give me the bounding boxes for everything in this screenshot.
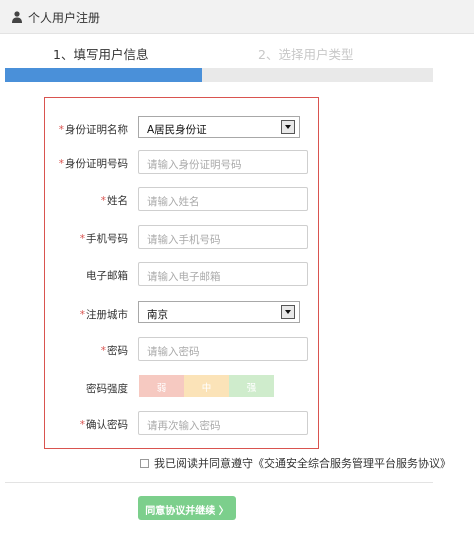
agreement-row: 我已阅读并同意遵守《交通安全综合服务管理平台服务协议》	[140, 455, 451, 471]
row-id-type: *身份证明名称 A居民身份证	[45, 116, 320, 142]
strength-medium: 中	[184, 375, 229, 397]
page-header: 个人用户注册	[0, 0, 474, 34]
id-number-input[interactable]: 请输入身份证明号码	[138, 150, 308, 174]
name-label: *姓名	[100, 195, 128, 207]
name-input[interactable]: 请输入姓名	[138, 187, 308, 211]
chevron-down-icon[interactable]	[281, 305, 295, 319]
required-mark: *	[100, 345, 106, 357]
required-mark: *	[58, 124, 64, 136]
phone-label: *手机号码	[79, 233, 128, 245]
step-1-label: 1、填写用户信息	[53, 47, 149, 62]
confirm-password-label: *确认密码	[79, 419, 128, 431]
password-input[interactable]: 请输入密码	[138, 337, 308, 361]
required-mark: *	[100, 195, 106, 207]
id-type-select[interactable]: A居民身份证	[138, 116, 300, 138]
city-select[interactable]: 南京	[138, 301, 300, 323]
agreement-text: 我已阅读并同意遵守	[154, 457, 253, 470]
row-id-number: *身份证明号码 请输入身份证明号码	[45, 150, 320, 176]
chevron-down-icon[interactable]	[281, 120, 295, 134]
registration-form: *身份证明名称 A居民身份证 *身份证明号码 请输入身份证明号码 *姓名 请输入…	[44, 97, 319, 449]
row-password: *密码 请输入密码	[45, 337, 320, 363]
required-mark: *	[58, 158, 64, 170]
city-value: 南京	[147, 309, 168, 321]
agree-continue-button[interactable]: 同意协议并继续 〉	[138, 496, 236, 520]
password-label: *密码	[100, 345, 128, 357]
step-progress-bar	[5, 68, 433, 82]
row-email: 电子邮箱 请输入电子邮箱	[45, 262, 320, 288]
phone-input[interactable]: 请输入手机号码	[138, 225, 308, 249]
required-mark: *	[79, 309, 85, 321]
email-input[interactable]: 请输入电子邮箱	[138, 262, 308, 286]
row-name: *姓名 请输入姓名	[45, 187, 320, 213]
password-strength-meter: 弱 中 强	[139, 375, 275, 397]
step-2-label: 2、选择用户类型	[258, 47, 354, 62]
email-label: 电子邮箱	[86, 270, 128, 282]
page-title: 个人用户注册	[28, 11, 101, 25]
user-icon	[12, 11, 22, 23]
id-number-label: *身份证明号码	[58, 158, 128, 170]
row-confirm-password: *确认密码 请再次输入密码	[45, 411, 320, 437]
divider	[5, 482, 433, 483]
strength-strong: 强	[229, 375, 274, 397]
agreement-link[interactable]: 《交通安全综合服务管理平台服务协议》	[253, 457, 451, 470]
row-phone: *手机号码 请输入手机号码	[45, 225, 320, 251]
row-city: *注册城市 南京	[45, 301, 320, 327]
strength-weak: 弱	[139, 375, 184, 397]
id-type-label: *身份证明名称	[58, 124, 128, 136]
step-progress-fill	[5, 68, 202, 82]
confirm-password-input[interactable]: 请再次输入密码	[138, 411, 308, 435]
agreement-checkbox[interactable]	[140, 459, 149, 468]
city-label: *注册城市	[79, 309, 128, 321]
password-strength-label: 密码强度	[86, 383, 128, 395]
row-password-strength: 密码强度 弱 中 强	[45, 375, 320, 401]
id-type-value: A居民身份证	[147, 124, 207, 136]
required-mark: *	[79, 233, 85, 245]
step-indicator: 1、填写用户信息 2、选择用户类型	[5, 44, 433, 62]
required-mark: *	[79, 419, 85, 431]
